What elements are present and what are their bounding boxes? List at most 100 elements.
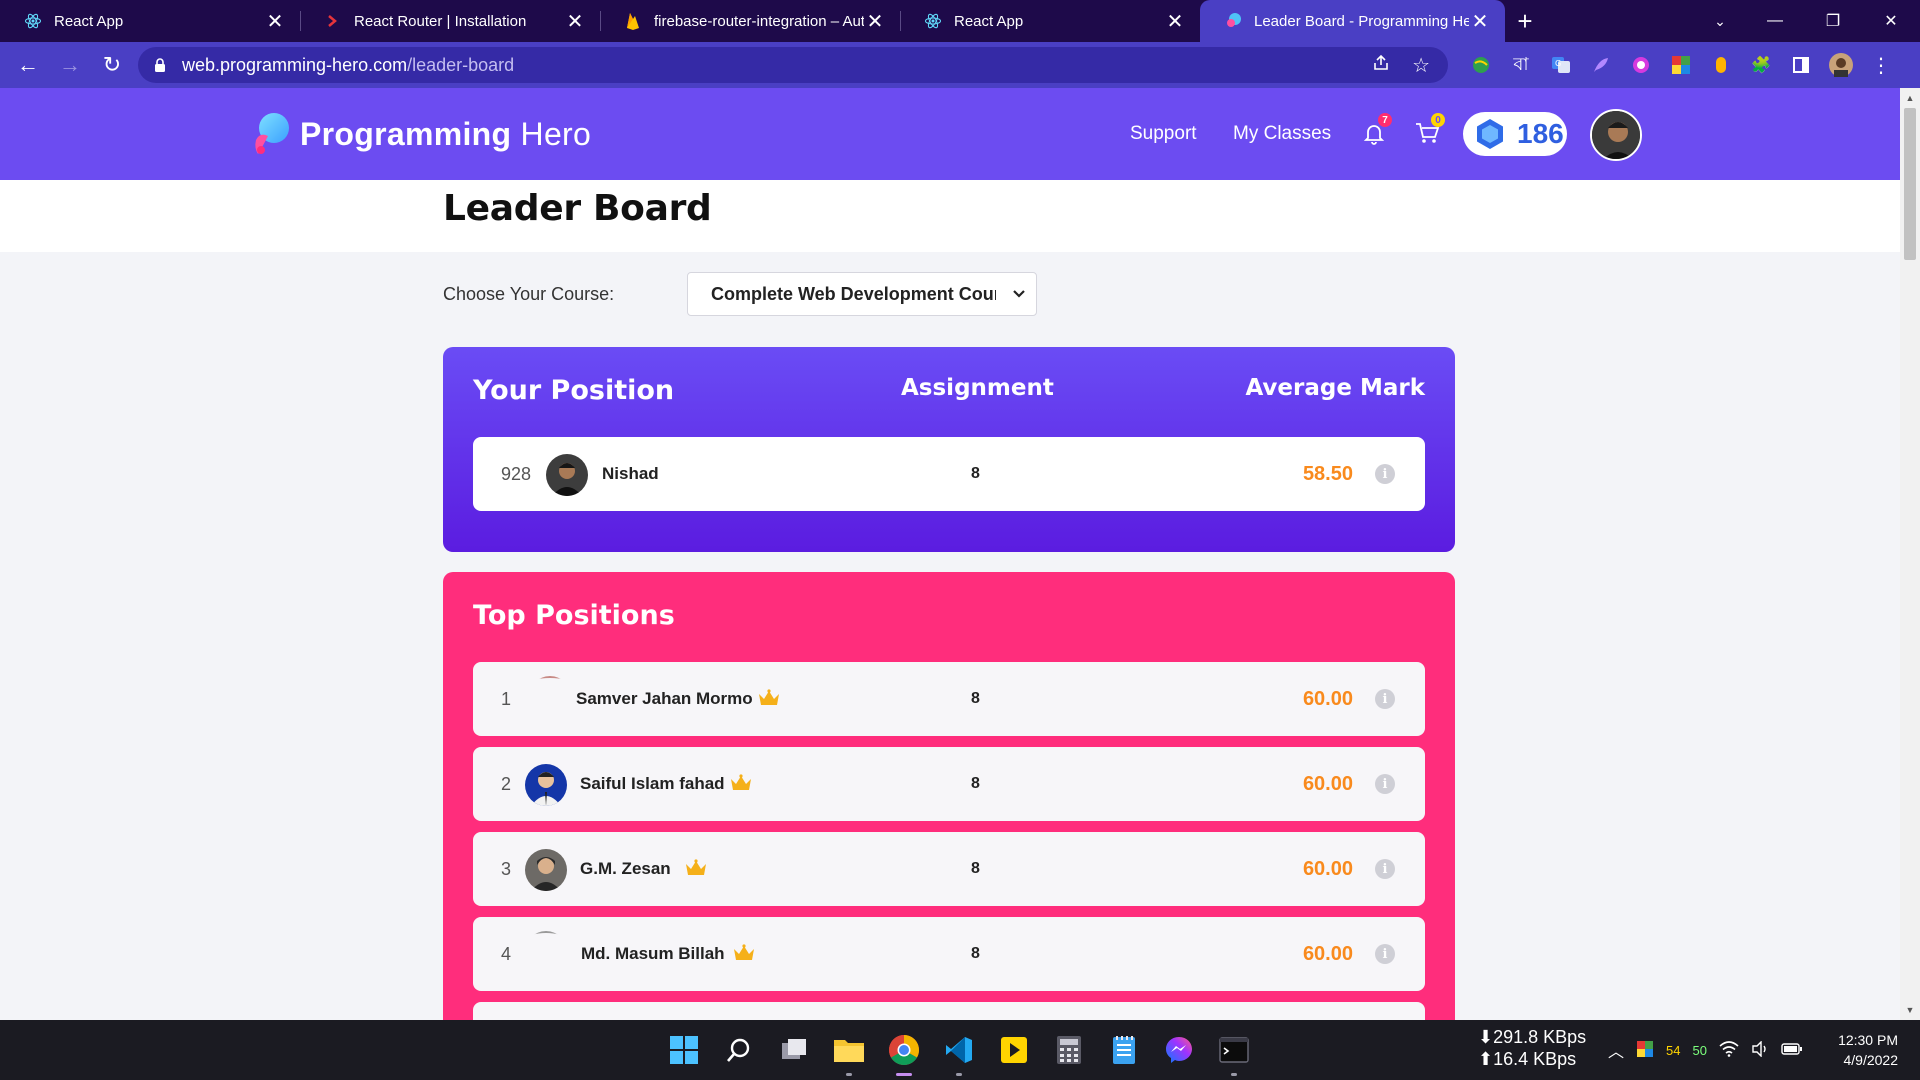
tab-search-icon[interactable]: ⌄ xyxy=(1700,0,1740,42)
terminal-icon[interactable] xyxy=(1216,1032,1252,1076)
cart-count-badge: 0 xyxy=(1431,113,1445,127)
info-icon[interactable]: i xyxy=(1375,689,1395,709)
system-tray: ︿ 54 50 xyxy=(1608,1020,1803,1080)
average-mark: 60.00 xyxy=(1302,772,1353,795)
course-select[interactable]: Complete Web Development Course xyxy=(687,272,1037,316)
close-tab-icon[interactable]: ✕ xyxy=(1164,10,1186,33)
system-clock[interactable]: 12:30 PM 4/9/2022 xyxy=(1838,1030,1898,1070)
browser-tab-1[interactable]: React App ✕ xyxy=(0,0,300,42)
tab-title: React App xyxy=(954,12,1024,30)
calculator-icon[interactable] xyxy=(1051,1032,1087,1068)
extension-record-icon[interactable] xyxy=(1628,52,1654,78)
task-view-icon[interactable] xyxy=(776,1032,812,1068)
tray-temp-b: 50 xyxy=(1692,1042,1707,1058)
close-tab-icon[interactable]: ✕ xyxy=(1469,10,1491,33)
gems-counter[interactable]: 186 xyxy=(1463,112,1567,156)
tray-app-icon[interactable] xyxy=(1636,1040,1654,1061)
info-icon[interactable]: i xyxy=(1375,464,1395,484)
address-bar[interactable]: web.programming-hero.com/leader-board ☆ xyxy=(138,47,1448,83)
info-icon[interactable]: i xyxy=(1375,859,1395,879)
page-title: Leader Board xyxy=(443,188,712,229)
scroll-up-arrow-icon[interactable]: ▲ xyxy=(1900,90,1920,106)
crown-icon xyxy=(686,859,706,875)
running-indicator xyxy=(846,1073,852,1076)
browser-toolbar: ← → ↻ web.programming-hero.com/leader-bo… xyxy=(0,42,1920,88)
restore-icon[interactable]: ❐ xyxy=(1804,0,1862,42)
close-tab-icon[interactable]: ✕ xyxy=(864,10,886,33)
react-icon xyxy=(24,12,42,30)
reload-icon[interactable]: ↻ xyxy=(92,45,132,85)
rank: 2 xyxy=(501,773,512,794)
tab-title: React Router | Installation xyxy=(354,12,527,30)
student-name: Samver Jahan Mormo xyxy=(576,689,753,708)
notepad-icon[interactable] xyxy=(1106,1032,1142,1068)
window-controls: — ❐ ✕ xyxy=(1746,0,1920,42)
new-tab-button[interactable]: + xyxy=(1505,0,1545,42)
side-panel-icon[interactable] xyxy=(1788,52,1814,78)
info-icon[interactable]: i xyxy=(1375,944,1395,964)
bookmark-star-icon[interactable]: ☆ xyxy=(1412,53,1430,78)
average-mark-column-header: Average Mark xyxy=(1245,375,1425,401)
taskbar-apps xyxy=(666,1020,1252,1080)
browser-tab-2[interactable]: React Router | Installation ✕ xyxy=(300,0,600,42)
minimize-icon[interactable]: — xyxy=(1746,0,1804,42)
wifi-icon[interactable] xyxy=(1719,1040,1739,1060)
active-indicator xyxy=(896,1073,912,1076)
close-tab-icon[interactable]: ✕ xyxy=(564,10,586,33)
messenger-icon[interactable] xyxy=(1161,1032,1197,1068)
search-icon[interactable] xyxy=(721,1032,757,1068)
user-avatar[interactable] xyxy=(1590,109,1642,161)
forward-arrow-icon[interactable]: → xyxy=(50,45,90,85)
extension-bangla-icon[interactable]: বা xyxy=(1508,52,1534,78)
browser-tab-4[interactable]: React App ✕ xyxy=(900,0,1200,42)
extension-translate-icon[interactable]: G xyxy=(1548,52,1574,78)
close-tab-icon[interactable]: ✕ xyxy=(264,10,286,33)
vscode-icon[interactable] xyxy=(941,1032,977,1076)
cart-icon[interactable]: 0 xyxy=(1412,113,1445,148)
extensions-puzzle-icon[interactable]: 🧩 xyxy=(1748,52,1774,78)
share-icon[interactable] xyxy=(1372,54,1390,77)
page-scrollbar[interactable]: ▲ ▼ xyxy=(1900,88,1920,1020)
media-player-icon[interactable] xyxy=(996,1032,1032,1068)
gems-count: 186 xyxy=(1517,118,1564,149)
chrome-menu-icon[interactable]: ⋮ xyxy=(1868,52,1894,78)
leaderboard-row: 4 Md. Masum Billah 8 60.00 i xyxy=(473,917,1425,991)
rank: 928 xyxy=(501,463,532,484)
network-speed-widget: ⬇291.8 KBps ⬆16.4 KBps xyxy=(1478,1026,1586,1070)
avatar xyxy=(525,931,567,973)
notification-bell-icon[interactable]: 7 xyxy=(1359,113,1392,148)
chevron-up-icon[interactable]: ︿ xyxy=(1608,1038,1624,1062)
browser-tab-3[interactable]: firebase-router-integration – Aut ✕ xyxy=(600,0,900,42)
scrollbar-thumb[interactable] xyxy=(1904,108,1916,260)
upload-speed: ⬆16.4 KBps xyxy=(1478,1049,1577,1069)
brand-logo[interactable]: Programming Hero xyxy=(248,110,591,158)
average-mark: 60.00 xyxy=(1302,942,1353,965)
battery-icon[interactable] xyxy=(1781,1042,1803,1059)
profile-avatar-icon[interactable] xyxy=(1828,52,1854,78)
extension-color-icon[interactable] xyxy=(1668,52,1694,78)
nav-support-link[interactable]: Support xyxy=(1130,88,1197,180)
chrome-icon[interactable] xyxy=(886,1032,922,1076)
top-positions-heading: Top Positions xyxy=(473,600,675,631)
info-icon[interactable]: i xyxy=(1375,774,1395,794)
close-window-icon[interactable]: ✕ xyxy=(1862,0,1920,42)
programming-hero-icon xyxy=(1224,12,1242,30)
avatar xyxy=(525,764,567,806)
extension-capsule-icon[interactable] xyxy=(1708,52,1734,78)
file-explorer-icon[interactable] xyxy=(831,1032,867,1076)
rank: 1 xyxy=(501,688,512,709)
brand-name-bold: Programming xyxy=(300,115,512,152)
react-icon xyxy=(924,12,942,30)
avatar xyxy=(546,454,588,496)
browser-tab-active[interactable]: Leader Board - Programming He ✕ xyxy=(1200,0,1505,42)
back-arrow-icon[interactable]: ← xyxy=(8,45,48,85)
extension-globe-icon[interactable] xyxy=(1468,52,1494,78)
extensions-area: বা G 🧩 ⋮ xyxy=(1468,42,1894,88)
crown-icon xyxy=(731,774,751,790)
scroll-down-arrow-icon[interactable]: ▼ xyxy=(1900,1002,1920,1018)
extension-feather-icon[interactable] xyxy=(1588,52,1614,78)
nav-my-classes-link[interactable]: My Classes xyxy=(1233,88,1331,180)
volume-icon[interactable] xyxy=(1751,1039,1769,1060)
windows-start-icon[interactable] xyxy=(666,1032,702,1068)
average-mark: 60.00 xyxy=(1302,857,1353,880)
